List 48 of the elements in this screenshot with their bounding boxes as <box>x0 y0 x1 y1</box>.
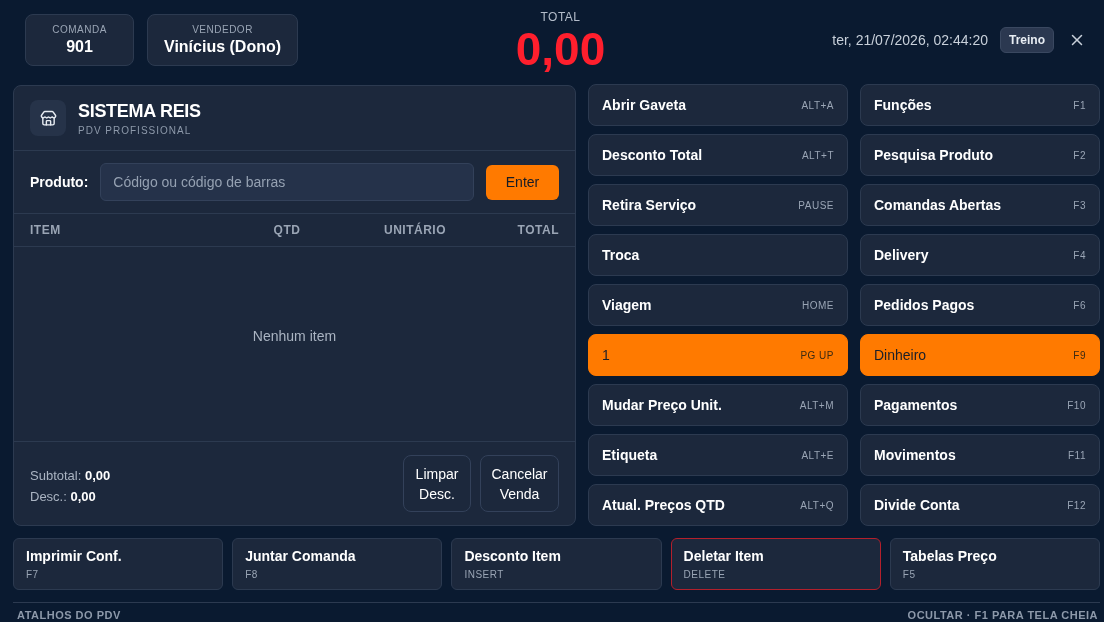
summary-line: Subtotal: 0,00 <box>30 467 111 483</box>
footer-title: ATALHOS DO PDV <box>17 608 121 621</box>
mode-badge: Treino <box>1000 27 1054 53</box>
action-button[interactable]: Tabelas Preço F5 <box>889 538 1100 590</box>
brand-subtitle: PDV PROFISSIONAL <box>78 124 193 136</box>
datetime-text: ter, 21/07/2026, 02:44:20 <box>832 32 988 48</box>
shortcut-button[interactable]: Comandas Abertas F3 <box>860 184 1100 226</box>
action-button[interactable]: Imprimir Conf. F7 <box>13 538 224 590</box>
info-value: 901 <box>66 38 93 56</box>
shortcut-button[interactable]: Movimentos F11 <box>860 434 1100 476</box>
total-label: TOTAL <box>540 10 581 24</box>
summary-line: Desc.: 0,00 <box>30 488 97 504</box>
info-value: Vinícius (Dono) <box>164 38 282 56</box>
fullscreen-toggle[interactable]: OCULTAR · F1 PARA TELA CHEIA <box>907 608 1098 621</box>
shortcut-button[interactable]: Pagamentos F10 <box>860 384 1100 426</box>
shortcut-button[interactable]: Abrir Gaveta ALT+A <box>588 84 848 126</box>
product-input[interactable]: Código ou código de barras <box>100 163 474 201</box>
shortcut-button[interactable]: Dinheiro F9 <box>860 334 1100 376</box>
shortcut-button[interactable]: Mudar Preço Unit. ALT+M <box>588 384 848 426</box>
brand-title: SISTEMA REIS <box>78 100 201 122</box>
empty-message: Nenhum item <box>252 328 337 344</box>
column-header: UNITÁRIO <box>383 223 446 237</box>
store-icon <box>30 100 66 136</box>
column-header: QTD <box>272 223 302 237</box>
total-value: 0,00 <box>515 26 606 72</box>
shortcut-button[interactable]: Divide Conta F12 <box>860 484 1100 526</box>
enter-button[interactable]: Enter <box>486 164 559 200</box>
action-button[interactable]: Deletar Item DELETE <box>670 538 881 590</box>
shortcut-button[interactable]: Pedidos Pagos F6 <box>860 284 1100 326</box>
shortcut-button[interactable]: 1 PG UP <box>588 334 848 376</box>
panel-action-button[interactable]: Limpar Desc. <box>403 455 471 512</box>
action-button[interactable]: Desconto Item INSERT <box>451 538 662 590</box>
info-label: VENDEDOR <box>192 24 253 35</box>
column-header: ITEM <box>30 223 62 237</box>
shortcut-button[interactable]: Funções F1 <box>860 84 1100 126</box>
action-button[interactable]: Juntar Comanda F8 <box>232 538 443 590</box>
panel-action-button[interactable]: Cancelar Venda <box>480 455 559 512</box>
shortcut-button[interactable]: Atual. Preços QTD ALT+Q <box>588 484 848 526</box>
shortcut-button[interactable]: Delivery F4 <box>860 234 1100 276</box>
shortcut-button[interactable]: Retira Serviço PAUSE <box>588 184 848 226</box>
column-header: TOTAL <box>516 223 559 237</box>
shortcut-button[interactable]: Etiqueta ALT+E <box>588 434 848 476</box>
shortcut-button[interactable]: Desconto Total ALT+T <box>588 134 848 176</box>
shortcut-button[interactable]: Troca <box>588 234 848 276</box>
product-label: Produto: <box>30 174 89 190</box>
info-label: COMANDA <box>52 24 107 35</box>
shortcut-button[interactable]: Pesquisa Produto F2 <box>860 134 1100 176</box>
shortcut-button[interactable]: Viagem HOME <box>588 284 848 326</box>
